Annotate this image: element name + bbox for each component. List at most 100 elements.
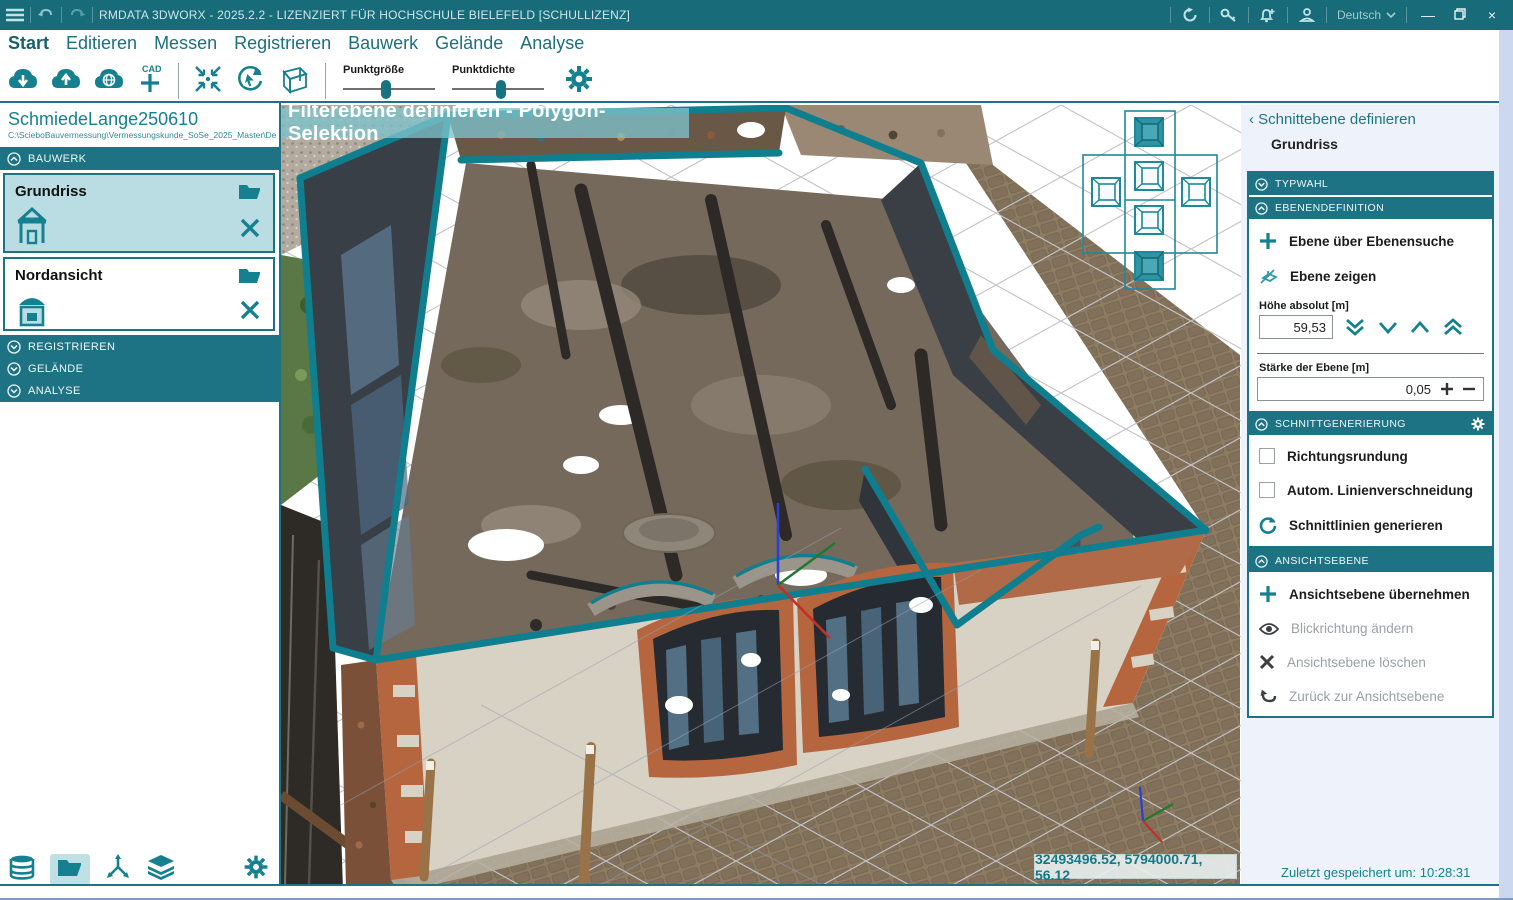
card-nordansicht[interactable]: Nordansicht xyxy=(3,257,275,331)
bell-add-icon[interactable] xyxy=(1259,6,1277,24)
blickrichtung-aendern-button[interactable]: Blickrichtung ändern xyxy=(1249,612,1492,645)
zurueck-ansichtsebene-button[interactable]: Zurück zur Ansichtsebene xyxy=(1249,679,1492,716)
viewport-3d-scene[interactable] xyxy=(281,105,1241,890)
refresh-icon[interactable] xyxy=(1181,6,1199,24)
section-registrieren[interactable]: REGISTRIEREN xyxy=(0,335,279,358)
ansichtsebene-loeschen-button[interactable]: Ansichtsebene löschen xyxy=(1249,645,1492,679)
undo-icon[interactable] xyxy=(37,6,55,24)
tab-registrieren[interactable]: Registrieren xyxy=(234,33,331,54)
window-scrollbar[interactable] xyxy=(1499,30,1513,898)
bottom-strip xyxy=(0,886,1499,898)
linienverschneidung-checkbox[interactable]: Autom. Linienverschneidung xyxy=(1249,473,1492,507)
undo-arrow-icon xyxy=(1259,688,1277,704)
cloud-sync-icon[interactable] xyxy=(92,64,126,99)
chevron-up-icon[interactable] xyxy=(1409,319,1431,335)
point-size-slider[interactable] xyxy=(343,80,435,98)
folder-open-icon[interactable] xyxy=(237,181,263,206)
section-ebenendefinition[interactable]: EBENENDEFINITION xyxy=(1249,197,1492,219)
section-bauwerk[interactable]: BAUWERK xyxy=(0,147,279,170)
ansichtsebene-box: ANSICHTSEBENE Ansichtsebene übernehmen B… xyxy=(1247,548,1494,718)
plus-icon xyxy=(1259,585,1277,603)
tab-messen[interactable]: Messen xyxy=(154,33,217,54)
house-front-icon xyxy=(13,289,51,334)
view-front-cube[interactable] xyxy=(1135,162,1163,190)
richtungsrundung-checkbox[interactable]: Richtungsrundung xyxy=(1249,439,1492,473)
tab-bauwerk[interactable]: Bauwerk xyxy=(348,33,418,54)
settings-gear-icon[interactable] xyxy=(242,853,270,886)
checkbox-icon[interactable] xyxy=(1259,448,1275,464)
database-icon[interactable] xyxy=(8,854,36,885)
tab-start[interactable]: Start xyxy=(8,33,49,54)
section-schnittgenerierung[interactable]: SCHNITTGENERIERUNG xyxy=(1249,413,1492,435)
chevron-up-circle-icon xyxy=(7,152,21,166)
card-nordansicht-title: Nordansicht xyxy=(15,267,103,284)
card-grundriss[interactable]: Grundriss xyxy=(3,173,275,253)
cloud-download-icon[interactable] xyxy=(6,64,40,99)
chevron-down-circle-icon xyxy=(7,384,21,398)
ribbon: Start Editieren Messen Registrieren Bauw… xyxy=(0,30,1499,101)
panel-back-button[interactable]: ‹ Schnittebene definieren xyxy=(1249,111,1416,128)
close-button[interactable]: × xyxy=(1481,7,1503,23)
ebene-zeigen-button[interactable]: Ebene zeigen xyxy=(1249,259,1492,294)
view-left-cube[interactable] xyxy=(1092,178,1120,206)
chevron-down-icon[interactable] xyxy=(1377,319,1399,335)
window-title: RMDATA 3DWORX - 2025.2.2 - LIZENZIERT FÜ… xyxy=(99,8,630,22)
cloud-upload-icon[interactable] xyxy=(49,64,83,99)
hamburger-icon[interactable] xyxy=(6,6,24,24)
section-typwahl[interactable]: TYPWAHL xyxy=(1249,173,1492,195)
tab-editieren[interactable]: Editieren xyxy=(66,33,137,54)
schnittebene-panel: ‹ Schnittebene definieren Grundriss TYPW… xyxy=(1241,105,1499,884)
point-density-slider[interactable] xyxy=(452,80,544,98)
axes-icon[interactable] xyxy=(104,854,132,885)
hoehe-label: Höhe absolut [m] xyxy=(1249,294,1492,315)
section-analyse[interactable]: ANALYSE xyxy=(0,379,279,402)
double-chevron-down-icon[interactable] xyxy=(1343,317,1367,337)
ebene-ebenensuche-button[interactable]: Ebene über Ebenensuche xyxy=(1249,223,1492,259)
section-ansichtsebene[interactable]: ANSICHTSEBENE xyxy=(1249,550,1492,572)
user-icon[interactable] xyxy=(1298,6,1316,24)
redo-icon[interactable] xyxy=(68,6,86,24)
delete-x-icon[interactable] xyxy=(239,299,261,326)
chevron-up-circle-icon xyxy=(1255,555,1268,568)
fit-view-icon[interactable] xyxy=(192,63,224,100)
hoehe-input[interactable]: 59,53 xyxy=(1259,315,1333,339)
chevron-up-circle-icon xyxy=(1255,418,1268,431)
tab-analyse[interactable]: Analyse xyxy=(520,33,584,54)
section-gelaende[interactable]: GELÄNDE xyxy=(0,357,279,380)
sidebar-bottom-toolbar xyxy=(0,855,279,884)
double-chevron-up-icon[interactable] xyxy=(1441,317,1465,337)
increment-icon[interactable] xyxy=(1439,381,1455,397)
view-top-cube[interactable] xyxy=(1135,118,1163,146)
settings-gear-icon[interactable] xyxy=(563,63,595,100)
point-size-slider-group: Punktgröße xyxy=(343,64,435,98)
svg-text:CAD: CAD xyxy=(142,64,162,74)
point-density-label: Punktdichte xyxy=(452,64,544,76)
delete-x-icon[interactable] xyxy=(239,217,261,244)
clip-box-icon[interactable] xyxy=(276,62,312,101)
view-back-cube[interactable] xyxy=(1135,206,1163,234)
viewport-3d[interactable]: Filterebene definieren - Polygon-Selekti… xyxy=(281,105,1241,890)
folder-open-icon[interactable] xyxy=(237,265,263,290)
staerke-input[interactable]: 0,05 xyxy=(1257,377,1484,401)
menu-bar: Start Editieren Messen Registrieren Bauw… xyxy=(8,33,584,54)
chevron-up-circle-icon xyxy=(1255,202,1268,215)
minimize-button[interactable]: — xyxy=(1417,7,1439,23)
orbit-icon[interactable] xyxy=(233,63,267,100)
title-bar: RMDATA 3DWORX - 2025.2.2 - LIZENZIERT FÜ… xyxy=(0,0,1513,30)
view-bottom-cube[interactable] xyxy=(1135,252,1163,280)
checkbox-icon[interactable] xyxy=(1259,482,1275,498)
section-gear-icon[interactable] xyxy=(1470,416,1486,432)
ansichtsebene-uebernehmen-button[interactable]: Ansichtsebene übernehmen xyxy=(1249,576,1492,612)
language-select[interactable]: Deutsch xyxy=(1337,8,1396,22)
cad-plus-icon[interactable]: CAD xyxy=(135,62,165,101)
key-icon[interactable] xyxy=(1220,6,1238,24)
restore-button[interactable] xyxy=(1449,7,1471,23)
layers-icon[interactable] xyxy=(146,854,176,885)
decrement-icon[interactable] xyxy=(1461,381,1477,397)
mode-banner: Filterebene definieren - Polygon-Selekti… xyxy=(281,108,689,138)
view-right-cube[interactable] xyxy=(1182,178,1210,206)
tab-gelaende[interactable]: Gelände xyxy=(435,33,503,54)
chevron-down-circle-icon xyxy=(7,340,21,354)
folder-tab-active[interactable] xyxy=(50,854,90,885)
schnittlinien-generieren-button[interactable]: Schnittlinien generieren xyxy=(1249,507,1492,546)
